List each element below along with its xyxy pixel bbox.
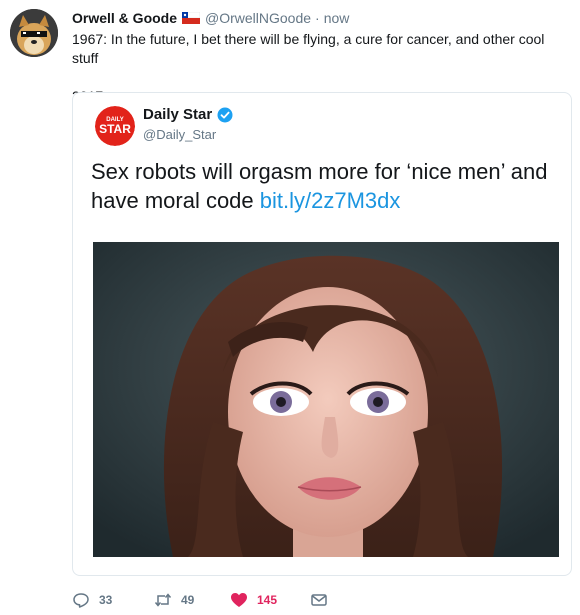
tweet-header: Orwell & Goode @OrwellNGoode · now [72, 9, 349, 27]
envelope-icon [311, 594, 327, 606]
quoted-tweet-card[interactable]: DAILY STAR Daily Star @Daily_Star Sex ro… [72, 92, 572, 576]
like-count: 145 [257, 593, 278, 607]
reply-count: 33 [99, 593, 113, 607]
chile-flag-icon [182, 12, 201, 24]
quoted-headline-block: Sex robots will orgasm more for ‘nice me… [91, 157, 561, 215]
reply-icon [73, 593, 89, 608]
retweet-button[interactable]: 49 [154, 591, 230, 609]
heart-icon [231, 593, 247, 607]
retweet-icon [154, 593, 172, 607]
quoted-photo[interactable] [93, 242, 559, 557]
tweet-actions: 33 49 145 [72, 590, 328, 610]
author-avatar[interactable] [10, 9, 58, 57]
verified-badge-icon [217, 107, 233, 122]
timestamp[interactable]: now [324, 10, 350, 26]
author-name[interactable]: Orwell & Goode [72, 10, 177, 26]
quoted-source-handle[interactable]: @Daily_Star [143, 127, 216, 142]
doll-face-photo [93, 242, 559, 557]
daily-star-logo-graphic: DAILY STAR [95, 106, 135, 146]
reply-button[interactable]: 33 [72, 591, 154, 609]
daily-star-logo-icon[interactable]: DAILY STAR [95, 106, 135, 146]
logo-text-bottom: STAR [99, 122, 131, 136]
doge-avatar-icon [10, 9, 58, 57]
like-button[interactable]: 145 [230, 591, 310, 609]
direct-message-button[interactable] [310, 591, 328, 609]
quoted-link[interactable]: bit.ly/2z7M3dx [260, 188, 401, 213]
author-handle[interactable]: @OrwellNGoode [205, 10, 311, 26]
quoted-source-name[interactable]: Daily Star [143, 106, 212, 123]
tweet: Orwell & Goode @OrwellNGoode · now 1967:… [0, 0, 580, 615]
quoted-name-row: Daily Star [143, 106, 233, 123]
retweet-count: 49 [181, 593, 195, 607]
separator-dot: · [315, 10, 320, 26]
tweet-text-line-1: 1967: In the future, I bet there will be… [72, 31, 545, 66]
